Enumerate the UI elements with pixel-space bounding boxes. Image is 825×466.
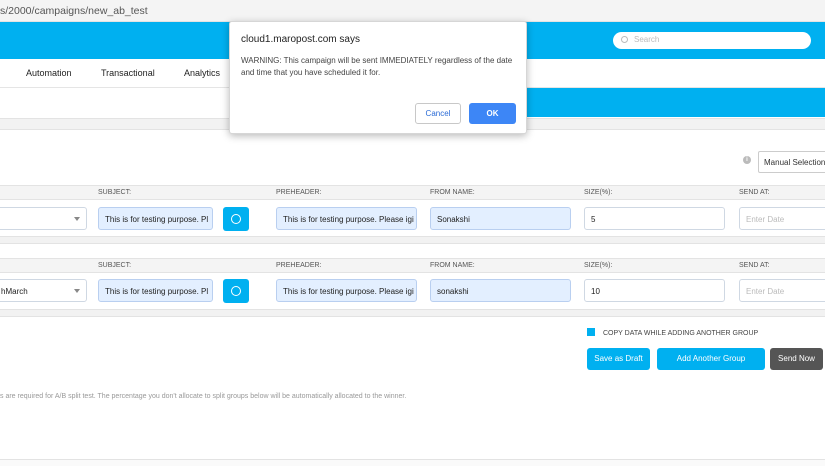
from-name-value: Sonakshi bbox=[437, 215, 470, 224]
copy-data-label: COPY DATA WHILE ADDING ANOTHER GROUP bbox=[603, 330, 759, 337]
from-name-column-label: FROM NAME: bbox=[430, 262, 475, 269]
smiley-icon bbox=[231, 214, 241, 224]
emoji-button[interactable] bbox=[223, 207, 249, 231]
add-another-group-button[interactable]: Add Another Group bbox=[657, 348, 765, 370]
ok-button[interactable]: OK bbox=[469, 103, 516, 124]
url-text: s/2000/campaigns/new_ab_test bbox=[0, 5, 148, 17]
subject-value: This is for testing purpose. Pl bbox=[105, 215, 209, 224]
size-input[interactable]: 10 bbox=[584, 279, 725, 302]
subject-column-label: SUBJECT: bbox=[98, 262, 132, 269]
campaign-value: hMarch bbox=[1, 287, 28, 296]
group-divider bbox=[0, 236, 825, 244]
smiley-icon bbox=[231, 286, 241, 296]
search-icon bbox=[621, 36, 628, 43]
search-input[interactable]: Search bbox=[613, 32, 811, 49]
dialog-title: cloud1.maropost.com says bbox=[241, 34, 360, 45]
chevron-down-icon bbox=[74, 217, 80, 221]
from-name-input[interactable]: sonakshi bbox=[430, 279, 571, 302]
size-input[interactable]: 5 bbox=[584, 207, 725, 230]
checkbox-icon bbox=[587, 328, 595, 336]
cancel-button[interactable]: Cancel bbox=[415, 103, 461, 124]
browser-url-bar[interactable]: s/2000/campaigns/new_ab_test bbox=[0, 0, 825, 22]
preheader-column-label: PREHEADER: bbox=[276, 189, 322, 196]
subject-input[interactable]: This is for testing purpose. Pl bbox=[98, 279, 213, 302]
preheader-value: This is for testing purpose. Please igi bbox=[283, 215, 414, 224]
send-now-button[interactable]: Send Now bbox=[770, 348, 823, 370]
send-at-input[interactable]: Enter Date bbox=[739, 279, 825, 302]
selection-mode-value: Manual Selection bbox=[764, 158, 825, 167]
from-name-input[interactable]: Sonakshi bbox=[430, 207, 571, 230]
selection-mode-select[interactable]: Manual Selection bbox=[758, 151, 825, 173]
preheader-input[interactable]: This is for testing purpose. Please igi bbox=[276, 279, 417, 302]
info-icon[interactable]: i bbox=[743, 156, 751, 164]
size-column-label: SIZE(%): bbox=[584, 189, 613, 196]
preheader-value: This is for testing purpose. Please igi bbox=[283, 287, 414, 296]
nav-item-automation[interactable]: Automation bbox=[26, 68, 72, 78]
page-footer-line bbox=[0, 459, 825, 466]
group-2-header: SUBJECT: PREHEADER: FROM NAME: SIZE(%): … bbox=[0, 258, 825, 273]
subject-value: This is for testing purpose. Pl bbox=[105, 287, 209, 296]
send-at-column-label: SEND AT: bbox=[739, 189, 770, 196]
send-at-column-label: SEND AT: bbox=[739, 262, 770, 269]
split-test-note: s are required for A/B split test. The p… bbox=[0, 393, 407, 400]
nav-item-transactional[interactable]: Transactional bbox=[101, 68, 155, 78]
nav-item-analytics[interactable]: Analytics bbox=[184, 68, 220, 78]
size-column-label: SIZE(%): bbox=[584, 262, 613, 269]
size-value: 5 bbox=[591, 215, 596, 224]
from-name-value: sonakshi bbox=[437, 287, 469, 296]
campaign-select[interactable]: hMarch bbox=[0, 279, 87, 302]
group-divider bbox=[0, 309, 825, 317]
campaign-select[interactable] bbox=[0, 207, 87, 230]
alert-dialog: cloud1.maropost.com says WARNING: This c… bbox=[229, 21, 527, 134]
group-1-header: SUBJECT: PREHEADER: FROM NAME: SIZE(%): … bbox=[0, 185, 825, 200]
copy-data-checkbox[interactable]: COPY DATA WHILE ADDING ANOTHER GROUP bbox=[587, 328, 758, 337]
chevron-down-icon bbox=[74, 289, 80, 293]
subject-input[interactable]: This is for testing purpose. Pl bbox=[98, 207, 213, 230]
from-name-column-label: FROM NAME: bbox=[430, 189, 475, 196]
send-at-placeholder: Enter Date bbox=[746, 287, 785, 296]
sub-header-accent bbox=[520, 88, 825, 117]
search-placeholder: Search bbox=[634, 35, 660, 44]
preheader-column-label: PREHEADER: bbox=[276, 262, 322, 269]
preheader-input[interactable]: This is for testing purpose. Please igi bbox=[276, 207, 417, 230]
subject-column-label: SUBJECT: bbox=[98, 189, 132, 196]
emoji-button[interactable] bbox=[223, 279, 249, 303]
size-value: 10 bbox=[591, 287, 600, 296]
dialog-message: WARNING: This campaign will be sent IMME… bbox=[241, 56, 513, 77]
send-at-input[interactable]: Enter Date bbox=[739, 207, 825, 230]
save-as-draft-button[interactable]: Save as Draft bbox=[587, 348, 650, 370]
send-at-placeholder: Enter Date bbox=[746, 215, 785, 224]
